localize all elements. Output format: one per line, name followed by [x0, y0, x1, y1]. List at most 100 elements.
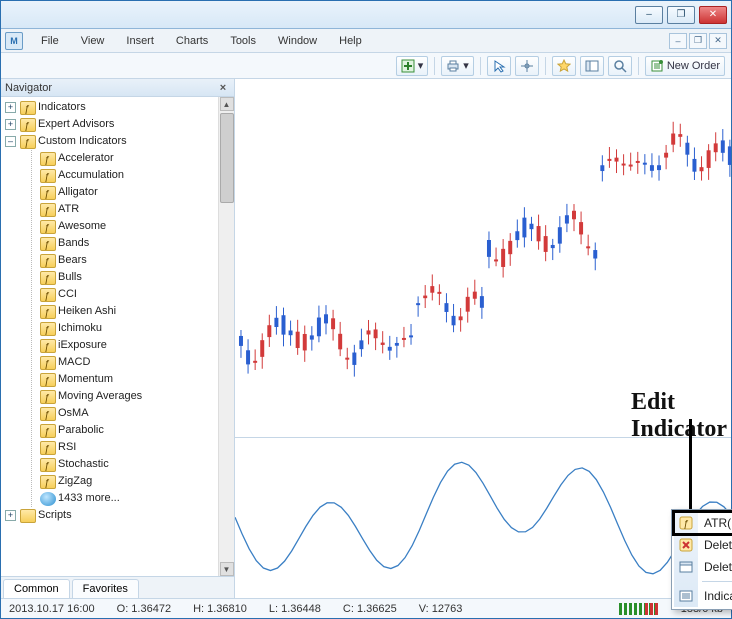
ctx-properties[interactable]: ƒ ATR(14) properties... [674, 512, 732, 534]
mdi-restore-button[interactable]: ❐ [689, 33, 707, 49]
toolbar-panel-button[interactable] [580, 56, 604, 76]
menu-tools[interactable]: Tools [220, 32, 266, 50]
window-close-button[interactable]: ✕ [699, 6, 727, 24]
custom-folder-icon [20, 135, 36, 149]
indicator-icon [40, 356, 56, 370]
mdi-close-button[interactable]: ✕ [709, 33, 727, 49]
tree-label: CCI [58, 286, 77, 303]
menu-charts[interactable]: Charts [166, 32, 218, 50]
tree-node-custom-accumulation[interactable]: Accumulation [38, 167, 218, 184]
navigator-scrollbar[interactable]: ▲ ▼ [218, 97, 234, 576]
tree-node-custom-awesome[interactable]: Awesome [38, 218, 218, 235]
delete-icon [679, 538, 693, 552]
ctx-label: ATR(14) properties... [704, 516, 732, 530]
tree-node-custom-heiken-ashi[interactable]: Heiken Ashi [38, 303, 218, 320]
list-icon [679, 589, 693, 603]
properties-icon: ƒ [679, 516, 693, 530]
ctx-indicators-list[interactable]: Indicators List Ctrl+I [674, 585, 732, 607]
chart-canvas [235, 79, 731, 597]
tree-label: 1433 more... [58, 490, 120, 507]
expand-icon[interactable]: + [5, 119, 16, 130]
tree-node-custom-iexposure[interactable]: iExposure [38, 337, 218, 354]
tree-label: Parabolic [58, 422, 104, 439]
tree-node-custom-stochastic[interactable]: Stochastic [38, 456, 218, 473]
toolbar-crosshair-button[interactable] [515, 56, 539, 76]
collapse-icon[interactable]: – [5, 136, 16, 147]
chart-area[interactable]: Edit Indicator ƒ ATR(14) properties... D… [235, 79, 731, 598]
ctx-delete-indicator[interactable]: Delete Indicator [674, 534, 732, 556]
tree-node-custom-rsi[interactable]: RSI [38, 439, 218, 456]
tree-label: Accumulation [58, 167, 124, 184]
window-minimize-button[interactable]: – [635, 6, 663, 24]
tree-label: Stochastic [58, 456, 109, 473]
plus-icon [401, 59, 415, 73]
toolbar-star-button[interactable] [552, 56, 576, 76]
tree-node-custom-cci[interactable]: CCI [38, 286, 218, 303]
scroll-down-button[interactable]: ▼ [220, 562, 234, 576]
menubar: M File View Insert Charts Tools Window H… [1, 29, 731, 53]
tree-label: RSI [58, 439, 76, 456]
toolbar-cursor-button[interactable] [487, 56, 511, 76]
ctx-label: Delete Indicator [704, 538, 732, 552]
tree-node-indicators[interactable]: + Indicators [3, 99, 218, 116]
menu-insert[interactable]: Insert [116, 32, 164, 50]
tree-node-scripts[interactable]: + Scripts [3, 507, 218, 524]
indicator-folder-icon [20, 101, 36, 115]
tree-node-custom-bears[interactable]: Bears [38, 252, 218, 269]
tab-common[interactable]: Common [3, 579, 70, 598]
tree-node-custom-alligator[interactable]: Alligator [38, 184, 218, 201]
new-order-label: New Order [667, 60, 720, 72]
ctx-delete-window[interactable]: Delete Indicator Window [674, 556, 732, 578]
navigator-close-button[interactable]: × [216, 81, 230, 95]
tree-node-custom-indicators[interactable]: – Custom Indicators [3, 133, 218, 150]
globe-icon [40, 492, 56, 506]
expand-icon[interactable]: + [5, 510, 16, 521]
indicator-icon [40, 254, 56, 268]
tree-node-more[interactable]: 1433 more... [38, 490, 218, 507]
tree-label: Bears [58, 252, 87, 269]
indicator-icon [40, 424, 56, 438]
tree-label: Bulls [58, 269, 82, 286]
cursor-icon [492, 59, 506, 73]
tree-node-expert-advisors[interactable]: + Expert Advisors [3, 116, 218, 133]
window-maximize-button[interactable]: ❐ [667, 6, 695, 24]
tree-node-custom-atr[interactable]: ATR [38, 201, 218, 218]
tree-label: Ichimoku [58, 320, 102, 337]
tree-node-custom-parabolic[interactable]: Parabolic [38, 422, 218, 439]
tree-node-custom-ichimoku[interactable]: Ichimoku [38, 320, 218, 337]
expand-icon[interactable]: + [5, 102, 16, 113]
toolbar-print-dropdown[interactable]: ▾ [441, 56, 474, 76]
indicator-icon [40, 203, 56, 217]
menu-view[interactable]: View [71, 32, 115, 50]
tree-node-custom-osma[interactable]: OsMA [38, 405, 218, 422]
printer-icon [446, 59, 460, 73]
toolbar-new-order-button[interactable]: New Order [645, 56, 725, 76]
toolbar-search-button[interactable] [608, 56, 632, 76]
tree-node-custom-accelerator[interactable]: Accelerator [38, 150, 218, 167]
indicator-icon [40, 475, 56, 489]
menu-window[interactable]: Window [268, 32, 327, 50]
tree-node-custom-macd[interactable]: MACD [38, 354, 218, 371]
tree-node-custom-bands[interactable]: Bands [38, 235, 218, 252]
tree-node-custom-momentum[interactable]: Momentum [38, 371, 218, 388]
navigator-tree: + Indicators + Expert Advisors – Custom … [1, 97, 234, 576]
tree-label: Bands [58, 235, 89, 252]
tree-node-custom-bulls[interactable]: Bulls [38, 269, 218, 286]
status-open: O: 1.36472 [117, 603, 171, 615]
scroll-thumb[interactable] [220, 113, 234, 203]
tree-node-custom-zigzag[interactable]: ZigZag [38, 473, 218, 490]
toolbar-separator [638, 57, 639, 75]
status-low: L: 1.36448 [269, 603, 321, 615]
menu-help[interactable]: Help [329, 32, 372, 50]
scroll-up-button[interactable]: ▲ [220, 97, 234, 111]
tree-label: MACD [58, 354, 90, 371]
toolbar-add-dropdown[interactable]: ▾ [396, 56, 429, 76]
indicator-icon [40, 271, 56, 285]
tab-favorites[interactable]: Favorites [72, 579, 139, 598]
mdi-minimize-button[interactable]: – [669, 33, 687, 49]
tree-label: Moving Averages [58, 388, 142, 405]
tree-node-custom-moving-averages[interactable]: Moving Averages [38, 388, 218, 405]
menu-file[interactable]: File [31, 32, 69, 50]
annotation-pointer [689, 419, 692, 511]
tree-label: Alligator [58, 184, 98, 201]
